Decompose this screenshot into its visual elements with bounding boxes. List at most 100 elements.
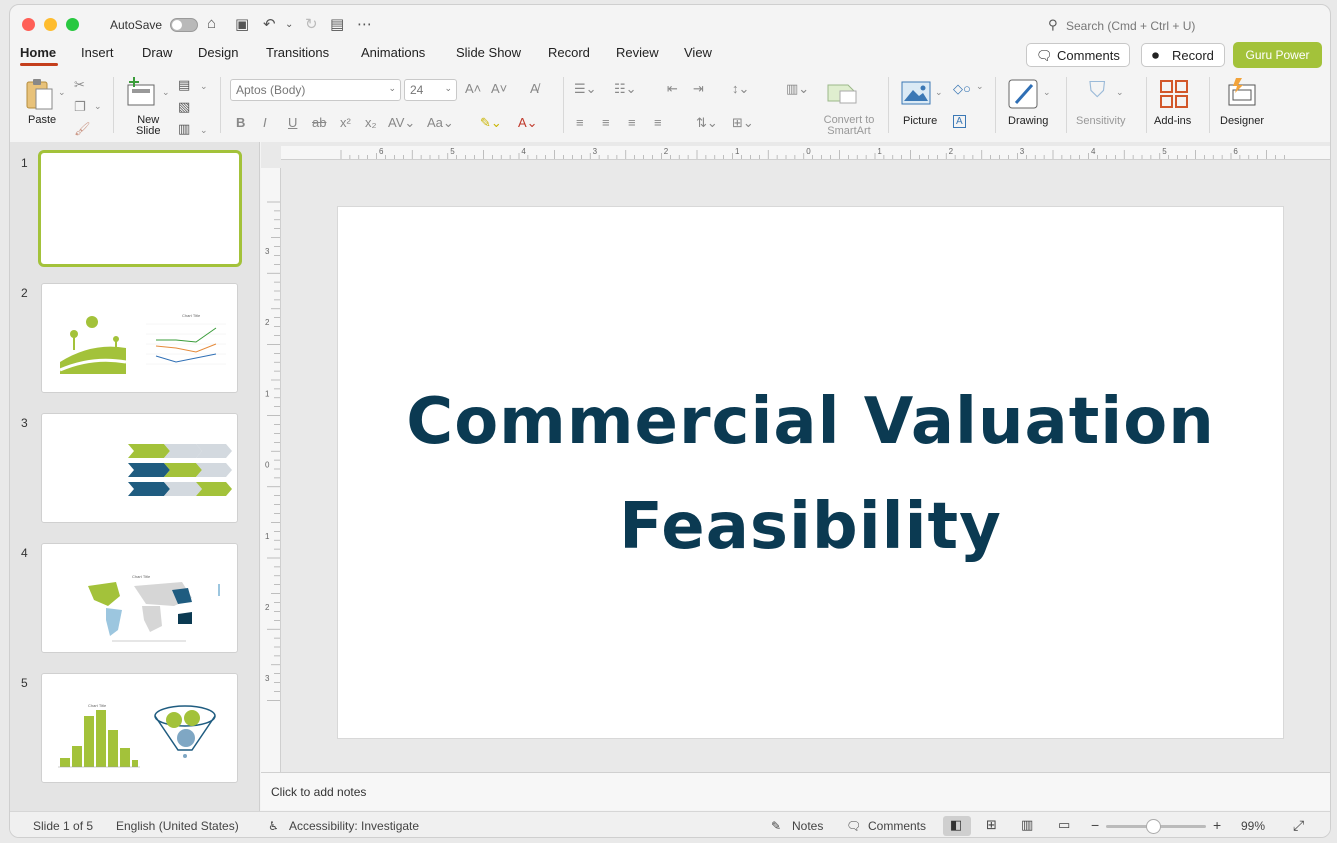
copy-dropdown-icon[interactable]: ⌄ bbox=[94, 101, 102, 112]
columns-icon[interactable]: ▥⌄ bbox=[786, 81, 809, 97]
zoom-window-button[interactable] bbox=[66, 18, 79, 31]
shapes-icon[interactable]: ◇○ bbox=[953, 81, 971, 97]
add-ins-icon[interactable] bbox=[1159, 79, 1189, 109]
new-slide-icon[interactable] bbox=[126, 77, 158, 107]
picture-dropdown-icon[interactable]: ⌄ bbox=[935, 87, 943, 98]
designer-icon[interactable] bbox=[1226, 77, 1258, 107]
tab-transitions[interactable]: Transitions bbox=[266, 45, 329, 60]
slide-thumbnail-4[interactable]: Chart Title bbox=[41, 543, 238, 653]
redo-icon[interactable]: ↻ bbox=[305, 15, 318, 33]
change-case-icon[interactable]: Aa⌄ bbox=[427, 115, 454, 131]
fit-to-window-icon[interactable]: ⤢ bbox=[1293, 817, 1304, 834]
guru-power-button[interactable]: Guru Power bbox=[1233, 42, 1322, 68]
home-icon[interactable]: ⌂ bbox=[207, 15, 216, 32]
slide-thumbnail-5[interactable]: Chart Title bbox=[41, 673, 238, 783]
tab-slide-show[interactable]: Slide Show bbox=[456, 45, 521, 60]
font-color-icon[interactable]: A⌄ bbox=[518, 115, 538, 131]
character-spacing-icon[interactable]: AV⌄ bbox=[388, 115, 415, 131]
normal-view-button[interactable]: ◧ bbox=[943, 816, 971, 836]
format-painter-icon[interactable]: 🖌 bbox=[74, 121, 91, 137]
sensitivity-dropdown-icon[interactable]: ⌄ bbox=[1116, 87, 1124, 98]
slide-thumbnail-3[interactable] bbox=[41, 413, 238, 523]
reading-view-button[interactable]: ▥ bbox=[1015, 816, 1043, 836]
tab-insert[interactable]: Insert bbox=[81, 45, 114, 60]
zoom-out-button[interactable]: − bbox=[1091, 817, 1099, 833]
paste-dropdown-icon[interactable]: ⌄ bbox=[58, 87, 66, 98]
save-as-icon[interactable]: ▤ bbox=[330, 15, 344, 33]
decrease-font-icon[interactable]: A˅ bbox=[491, 81, 507, 96]
increase-font-icon[interactable]: A˄ bbox=[465, 81, 481, 96]
accessibility-status[interactable]: Accessibility: Investigate bbox=[289, 819, 419, 833]
increase-indent-icon[interactable]: ⇥ bbox=[693, 81, 704, 97]
record-button[interactable]: ⏺ Record bbox=[1141, 43, 1225, 67]
cut-icon[interactable]: ✂ bbox=[74, 77, 85, 93]
zoom-slider[interactable] bbox=[1106, 819, 1206, 834]
comments-status-button[interactable]: Comments bbox=[868, 819, 926, 833]
close-window-button[interactable] bbox=[22, 18, 35, 31]
comments-status-icon[interactable]: 🗨 bbox=[846, 819, 861, 833]
search-input[interactable]: Search (Cmd + Ctrl + U) bbox=[1066, 19, 1195, 33]
autosave-toggle[interactable] bbox=[170, 18, 198, 32]
slide-sorter-button[interactable]: ⊞ bbox=[980, 816, 1008, 836]
zoom-level[interactable]: 99% bbox=[1241, 819, 1265, 833]
slide-thumbnail-1[interactable] bbox=[38, 150, 242, 267]
slide-thumbnails-panel[interactable]: 1 2 Chart Title 3 4 Chart Title 5 Chart … bbox=[10, 142, 260, 811]
minimize-window-button[interactable] bbox=[44, 18, 57, 31]
line-spacing-icon[interactable]: ↕⌄ bbox=[732, 81, 749, 97]
tab-view[interactable]: View bbox=[684, 45, 712, 60]
bullets-icon[interactable]: ☰⌄ bbox=[574, 81, 597, 97]
smartart-icon[interactable] bbox=[826, 81, 860, 105]
tab-design[interactable]: Design bbox=[198, 45, 238, 60]
slide-editor[interactable]: 6 5 4 3 2 1 0 1 2 3 4 5 6 3 2 1 0 1 2 3 Commercial Valuati… bbox=[261, 142, 1330, 772]
layout-icon[interactable]: ▤ bbox=[178, 77, 190, 93]
tab-record[interactable]: Record bbox=[548, 45, 590, 60]
font-name-select[interactable]: Aptos (Body) ⌄ bbox=[230, 79, 401, 101]
more-icon[interactable]: ⋯ bbox=[357, 15, 372, 33]
slide-canvas[interactable]: Commercial Valuation Feasibility bbox=[337, 206, 1284, 739]
accessibility-icon[interactable]: ♿ bbox=[268, 819, 279, 833]
zoom-in-button[interactable]: + bbox=[1213, 817, 1221, 833]
underline-icon[interactable]: U bbox=[288, 115, 297, 130]
sensitivity-icon[interactable]: ⛉ bbox=[1089, 77, 1106, 103]
picture-icon[interactable] bbox=[901, 81, 931, 105]
shapes-dropdown-icon[interactable]: ⌄ bbox=[976, 81, 984, 92]
drawing-dropdown-icon[interactable]: ⌄ bbox=[1043, 87, 1051, 98]
undo-dropdown-icon[interactable]: ⌄ bbox=[285, 19, 293, 30]
save-icon[interactable]: ▣ bbox=[235, 15, 249, 33]
comments-button[interactable]: 🗨 Comments bbox=[1026, 43, 1130, 67]
zoom-slider-handle[interactable] bbox=[1145, 819, 1161, 834]
tab-draw[interactable]: Draw bbox=[142, 45, 172, 60]
new-slide-dropdown-icon[interactable]: ⌄ bbox=[162, 87, 170, 98]
reset-icon[interactable]: ▧ bbox=[178, 99, 190, 115]
tab-home[interactable]: Home bbox=[20, 45, 56, 60]
highlight-icon[interactable]: ✎⌄ bbox=[480, 115, 502, 131]
drawing-icon[interactable] bbox=[1008, 79, 1038, 109]
notes-icon[interactable]: ✎ bbox=[771, 819, 781, 833]
slide-title[interactable]: Commercial Valuation Feasibility bbox=[338, 370, 1283, 580]
align-right-icon[interactable]: ≡ bbox=[628, 115, 636, 130]
paste-icon[interactable] bbox=[24, 77, 54, 111]
section-icon[interactable]: ▥ bbox=[178, 121, 190, 137]
text-direction-icon[interactable]: ⇅⌄ bbox=[696, 115, 718, 131]
italic-icon[interactable]: I bbox=[263, 115, 267, 130]
undo-icon[interactable]: ↶ bbox=[263, 15, 276, 33]
tab-animations[interactable]: Animations bbox=[361, 45, 425, 60]
justify-icon[interactable]: ≡ bbox=[654, 115, 662, 130]
clear-formatting-icon[interactable]: A̸ bbox=[530, 81, 539, 96]
text-box-icon[interactable]: A bbox=[953, 115, 966, 128]
slide-thumbnail-2[interactable]: Chart Title bbox=[41, 283, 238, 393]
subscript-icon[interactable]: x₂ bbox=[365, 115, 377, 130]
font-size-select[interactable]: 24 ⌄ bbox=[404, 79, 457, 101]
numbering-icon[interactable]: ☷⌄ bbox=[614, 81, 637, 97]
align-text-icon[interactable]: ⊞⌄ bbox=[732, 115, 754, 131]
bold-icon[interactable]: B bbox=[236, 115, 245, 130]
language-indicator[interactable]: English (United States) bbox=[116, 819, 239, 833]
notes-button[interactable]: Notes bbox=[792, 819, 823, 833]
align-center-icon[interactable]: ≡ bbox=[602, 115, 610, 130]
layout-dropdown-icon[interactable]: ⌄ bbox=[200, 81, 208, 92]
strikethrough-icon[interactable]: ab bbox=[312, 115, 326, 130]
decrease-indent-icon[interactable]: ⇤ bbox=[667, 81, 678, 97]
notes-pane[interactable]: Click to add notes bbox=[261, 772, 1330, 810]
align-left-icon[interactable]: ≡ bbox=[576, 115, 584, 130]
copy-icon[interactable]: ❐ bbox=[74, 99, 86, 115]
